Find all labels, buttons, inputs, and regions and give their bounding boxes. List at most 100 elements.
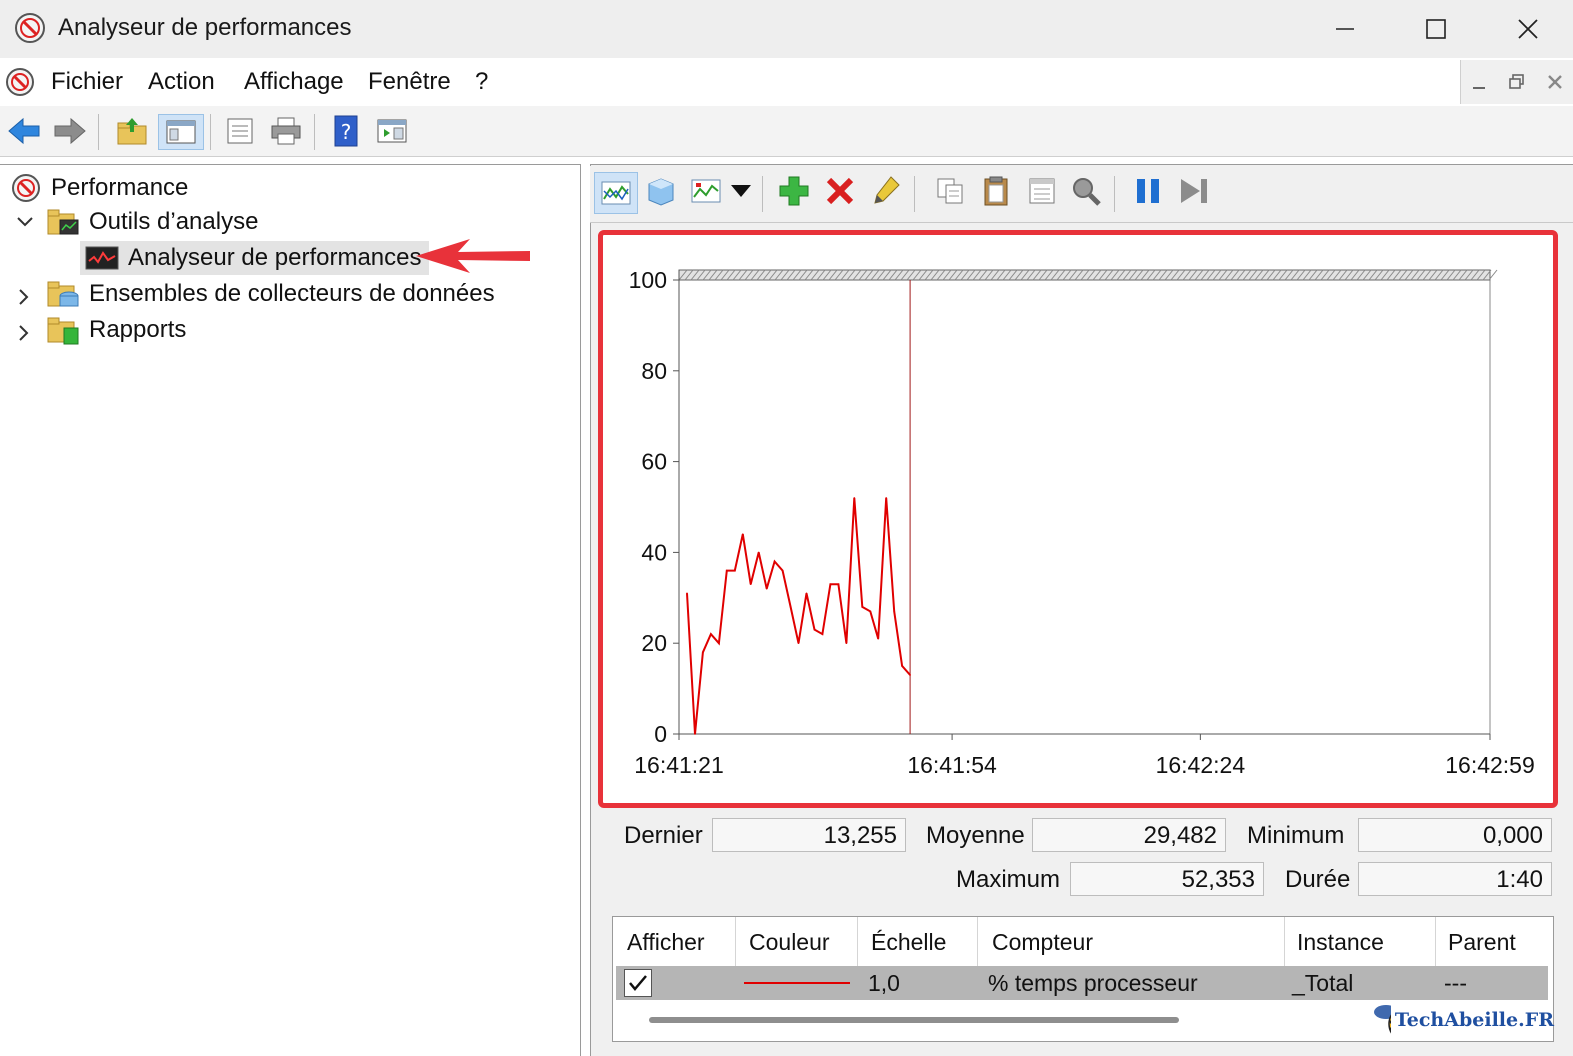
column-header-parent[interactable]: Parent [1448, 929, 1516, 956]
chevron-right-icon[interactable] [17, 287, 31, 307]
tree-item-performance[interactable]: Performance [10, 171, 188, 205]
cell-instance: _Total [1292, 970, 1354, 996]
action-pane-button[interactable] [374, 114, 410, 148]
paste-counter-list-button[interactable] [978, 174, 1014, 208]
printer-icon [271, 117, 301, 145]
column-header-compteur[interactable]: Compteur [992, 929, 1093, 956]
x-tick-label: 16:42:59 [1445, 752, 1535, 778]
tree-item-analyseur-performances[interactable]: Analyseur de performances [80, 241, 430, 275]
menu-fichier[interactable]: Fichier [51, 68, 123, 96]
view-log-data-button[interactable] [642, 174, 678, 208]
folder-up-icon [117, 118, 147, 145]
freeze-display-button[interactable] [1130, 174, 1166, 208]
maximize-button[interactable] [1413, 8, 1459, 50]
mdi-restore-icon[interactable] [1507, 72, 1527, 92]
data-point [710, 633, 712, 635]
data-point [773, 560, 776, 563]
red-arrow-annotation-icon [416, 239, 530, 273]
action-pane-icon [377, 119, 407, 143]
stat-maximum-value: 52,353 [1070, 862, 1264, 896]
menu-help[interactable]: ? [475, 68, 488, 96]
copy-icon [937, 178, 963, 204]
menu-fenetre[interactable]: Fenêtre [368, 68, 451, 96]
column-divider[interactable] [735, 917, 736, 967]
column-header-couleur[interactable]: Couleur [749, 929, 830, 956]
table-row[interactable]: 1,0 % temps processeur _Total --- [616, 966, 1548, 1000]
add-counter-button[interactable] [776, 174, 812, 208]
y-tick-label: 60 [641, 449, 667, 475]
toolbar-separator [914, 176, 915, 212]
toolbar-separator [210, 114, 211, 150]
column-header-echelle[interactable]: Échelle [871, 929, 946, 956]
change-graph-type-button[interactable] [688, 174, 724, 208]
forward-button[interactable] [52, 114, 88, 148]
performance-line-chart[interactable]: 0 20 40 60 80 100 16:41:21 16:41:54 16:42:24 16:4… [603, 235, 1553, 803]
horizontal-scrollbar[interactable] [649, 1017, 1179, 1023]
properties-button[interactable] [1024, 174, 1060, 208]
help-button[interactable]: ? [328, 114, 364, 148]
view-current-activity-button[interactable] [594, 172, 638, 214]
menu-action[interactable]: Action [148, 68, 215, 96]
folder-reports-icon [47, 317, 79, 345]
chevron-down-icon[interactable] [15, 215, 35, 229]
show-checkbox[interactable] [624, 969, 652, 997]
x-tick-label: 16:41:21 [634, 752, 724, 778]
data-point [821, 633, 824, 635]
cell-counter: % temps processeur [988, 970, 1198, 996]
data-point [686, 592, 688, 595]
menu-affichage[interactable]: Affichage [244, 68, 344, 96]
mdi-close-icon[interactable] [1545, 72, 1565, 92]
column-divider[interactable] [977, 917, 978, 967]
mmc-document-icon[interactable] [4, 66, 36, 98]
data-point [765, 587, 768, 590]
up-folder-button[interactable] [114, 114, 150, 148]
show-hide-tree-button[interactable] [158, 114, 204, 150]
toolbar-separator [98, 114, 99, 150]
plus-icon [779, 176, 809, 206]
mdi-minimize-icon[interactable] [1469, 72, 1489, 92]
performance-monitor-icon [85, 246, 119, 270]
tree-item-outils-analyse[interactable]: Outils d’analyse [46, 205, 258, 239]
column-divider[interactable] [1284, 917, 1285, 967]
highlighter-icon [874, 176, 900, 204]
data-point [694, 733, 696, 735]
step-forward-icon [1181, 179, 1207, 203]
column-header-instance[interactable]: Instance [1297, 929, 1384, 956]
help-icon: ? [334, 115, 358, 147]
perfmon-root-icon [12, 174, 40, 202]
delete-counter-button[interactable] [822, 174, 858, 208]
magnifier-icon [1073, 178, 1101, 206]
stat-duree-value: 1:40 [1358, 862, 1552, 896]
folder-data-collector-icon [47, 281, 79, 307]
window-title: Analyseur de performances [58, 14, 352, 41]
data-point [789, 606, 792, 608]
chevron-right-icon[interactable] [17, 323, 31, 343]
highlight-button[interactable] [868, 174, 904, 208]
data-point [702, 651, 704, 654]
properties-button[interactable] [222, 114, 258, 148]
data-point [901, 665, 903, 667]
tree-label: Rapports [89, 316, 187, 343]
tree-item-ensembles-collecteurs[interactable]: Ensembles de collecteurs de données [46, 277, 495, 311]
series-color-swatch [744, 982, 850, 984]
log-data-icon [648, 178, 674, 206]
copy-properties-button[interactable] [932, 174, 968, 208]
minimize-button[interactable] [1322, 8, 1368, 50]
mdi-window-controls [1460, 60, 1573, 104]
data-point [813, 628, 816, 631]
print-button[interactable] [268, 114, 304, 148]
zoom-button[interactable] [1068, 174, 1104, 208]
graph-type-dropdown[interactable] [726, 174, 756, 208]
perfmon-app-icon [15, 13, 45, 43]
column-divider[interactable] [1435, 917, 1436, 967]
update-data-button[interactable] [1176, 174, 1212, 208]
data-point [885, 497, 887, 499]
data-point [742, 533, 744, 535]
data-point [845, 642, 848, 644]
back-button[interactable] [6, 114, 42, 148]
column-header-afficher[interactable]: Afficher [627, 929, 705, 956]
close-button[interactable] [1505, 8, 1551, 50]
column-divider[interactable] [857, 917, 858, 967]
tree-item-rapports[interactable]: Rapports [46, 313, 186, 347]
checkmark-icon [629, 975, 647, 991]
